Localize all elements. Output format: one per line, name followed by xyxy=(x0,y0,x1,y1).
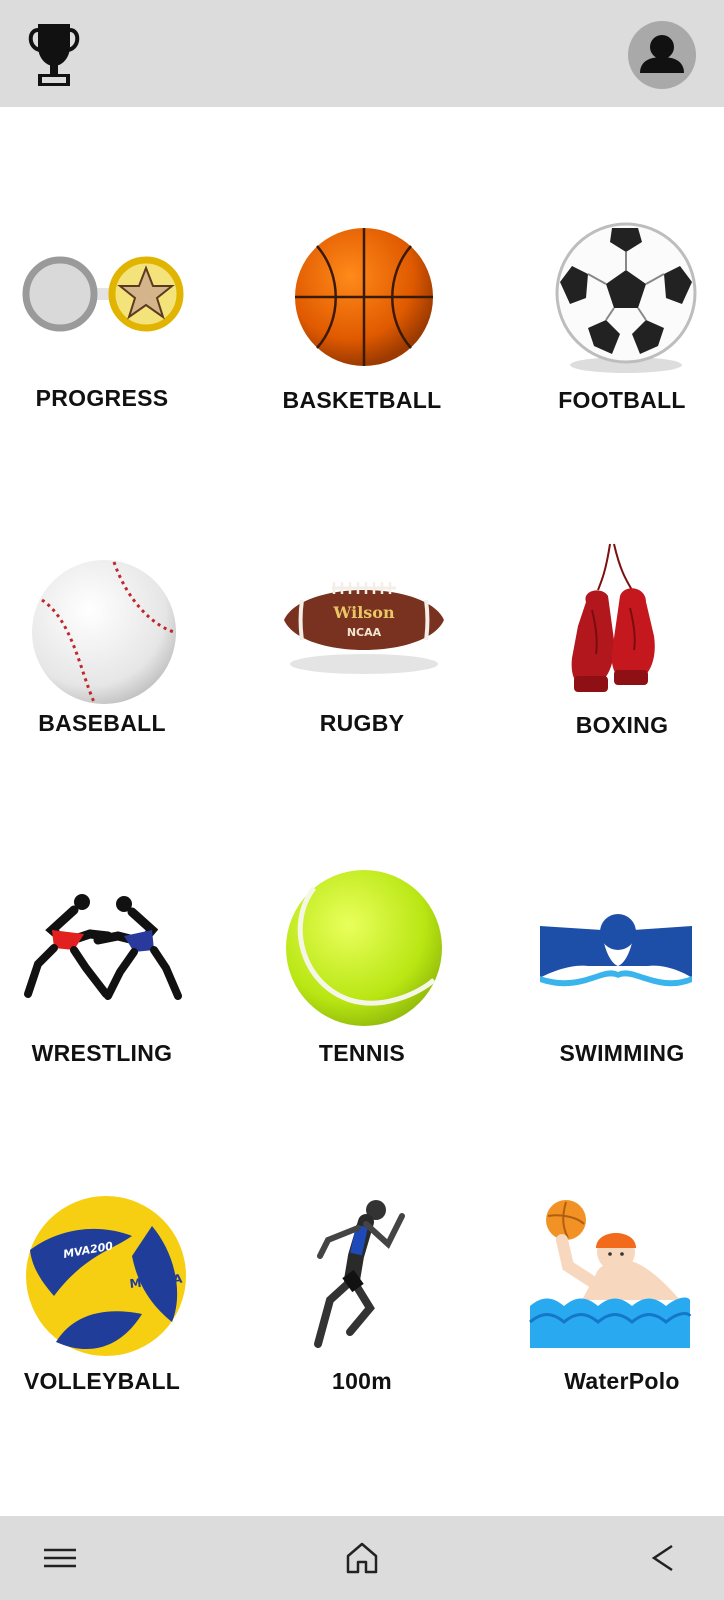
volleyball-icon: MVA200 MIKASA xyxy=(2,1196,202,1386)
sport-tile-volleyball[interactable]: MVA200 MIKASA VOLLEYBALL xyxy=(2,1196,202,1436)
baseball-icon xyxy=(2,530,202,720)
rugby-brand-text: Wilson xyxy=(332,603,395,622)
sport-tile-progress[interactable]: PROGRESS xyxy=(2,200,202,440)
sport-tile-100m[interactable]: 100m xyxy=(262,1196,462,1436)
sport-label: 100m xyxy=(331,1368,393,1394)
sport-label: SWIMMING xyxy=(559,1040,685,1066)
sport-label: BASEBALL xyxy=(38,710,166,736)
top-app-bar xyxy=(0,0,724,107)
sport-label: WRESTLING xyxy=(31,1040,173,1066)
american-football-icon: Wilson NCAA xyxy=(262,530,462,720)
tennis-ball-icon xyxy=(262,864,462,1054)
sport-label: PROGRESS xyxy=(35,385,169,411)
sport-label: RUGBY xyxy=(319,710,405,736)
sport-label: FOOTBALL xyxy=(558,387,686,413)
sport-label: WaterPolo xyxy=(564,1368,680,1394)
sport-tile-basketball[interactable]: BASKETBALL xyxy=(262,200,462,440)
progress-medals-icon xyxy=(2,200,202,390)
back-icon[interactable] xyxy=(640,1534,688,1582)
basketball-icon xyxy=(262,200,462,390)
sprinter-icon xyxy=(262,1196,462,1386)
sport-tile-tennis[interactable]: TENNIS xyxy=(262,864,462,1104)
sport-tile-wrestling[interactable]: WRESTLING xyxy=(2,864,202,1104)
sport-tile-football[interactable]: FOOTBALL xyxy=(522,200,722,440)
sport-tile-boxing[interactable]: BOXING xyxy=(522,530,722,770)
sport-label: BASKETBALL xyxy=(282,387,442,413)
sport-tile-waterpolo[interactable]: WaterPolo xyxy=(522,1196,722,1436)
sport-tile-swimming[interactable]: SWIMMING xyxy=(522,864,722,1104)
swimmer-icon xyxy=(522,864,722,1054)
profile-avatar-icon[interactable] xyxy=(628,21,696,89)
boxing-gloves-icon xyxy=(522,530,722,720)
menu-icon[interactable] xyxy=(36,1534,84,1582)
sport-label: TENNIS xyxy=(318,1040,406,1066)
sport-tile-rugby[interactable]: Wilson NCAA RUGBY xyxy=(262,530,462,770)
water-polo-icon xyxy=(522,1196,722,1386)
trophy-icon[interactable] xyxy=(24,20,84,88)
sport-tile-baseball[interactable]: BASEBALL xyxy=(2,530,202,770)
sport-label: VOLLEYBALL xyxy=(23,1368,181,1394)
system-navigation-bar xyxy=(0,1516,724,1600)
soccer-ball-icon xyxy=(522,200,722,390)
rugby-league-text: NCAA xyxy=(347,626,382,639)
sport-label: BOXING xyxy=(575,712,669,738)
wrestlers-icon xyxy=(2,864,202,1054)
home-icon[interactable] xyxy=(338,1534,386,1582)
